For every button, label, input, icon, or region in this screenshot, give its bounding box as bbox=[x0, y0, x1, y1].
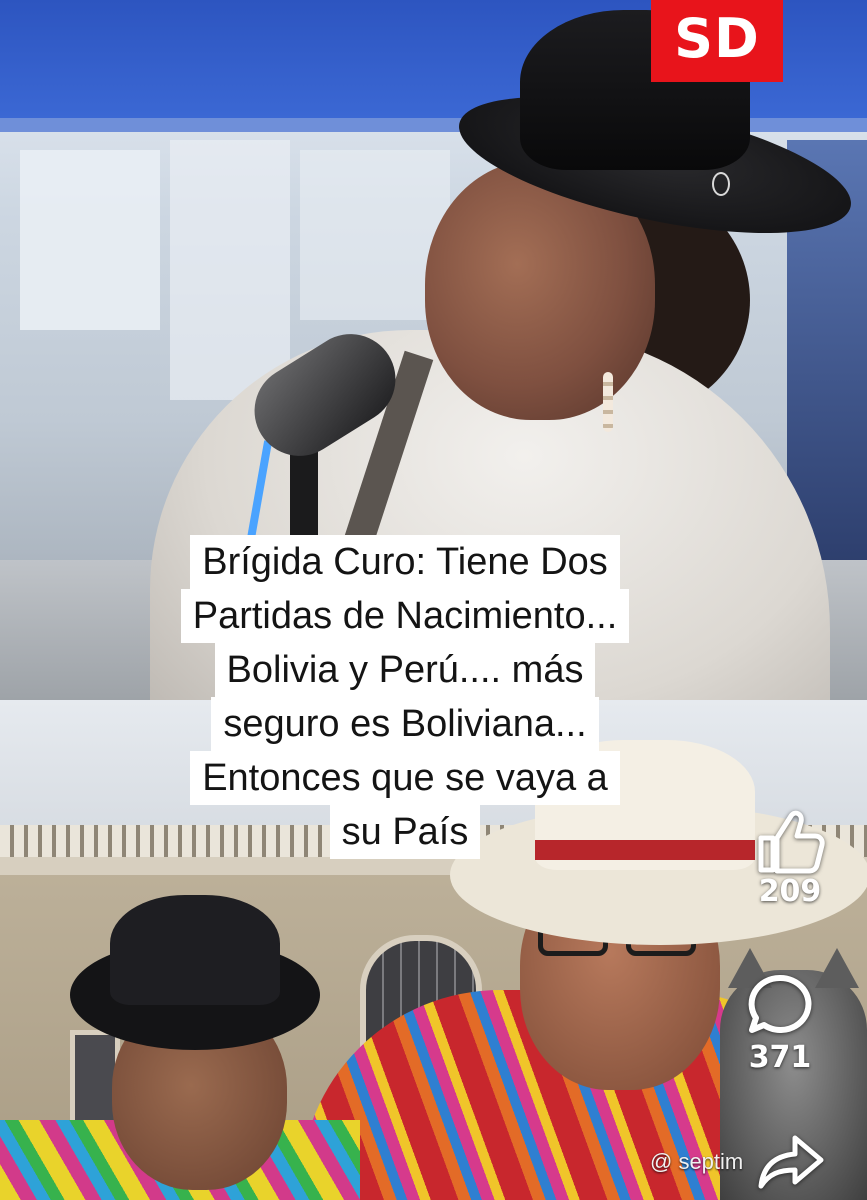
caption-overlay: Brígida Curo: Tiene Dos Partidas de Naci… bbox=[145, 535, 665, 859]
thumbs-up-icon bbox=[758, 810, 825, 874]
share-arrow-icon bbox=[758, 1135, 824, 1189]
caption-line: Partidas de Nacimiento... bbox=[180, 589, 630, 643]
channel-logo: SD bbox=[651, 0, 783, 82]
comment-button[interactable]: 371 bbox=[735, 972, 825, 1075]
like-count: 209 bbox=[758, 874, 822, 909]
caption-line: Bolivia y Perú.... más bbox=[214, 643, 596, 697]
comment-bubble-icon bbox=[748, 974, 812, 1033]
creator-watermark: @ septim bbox=[650, 1149, 744, 1174]
share-button[interactable] bbox=[745, 1132, 835, 1192]
caption-line: Entonces que se vaya a bbox=[190, 751, 620, 805]
caption-line: su País bbox=[329, 805, 481, 859]
caption-line: Brígida Curo: Tiene Dos bbox=[190, 535, 620, 589]
like-button[interactable]: 209 bbox=[745, 808, 835, 909]
caption-line: seguro es Boliviana... bbox=[211, 697, 599, 751]
comment-count: 371 bbox=[748, 1040, 812, 1075]
